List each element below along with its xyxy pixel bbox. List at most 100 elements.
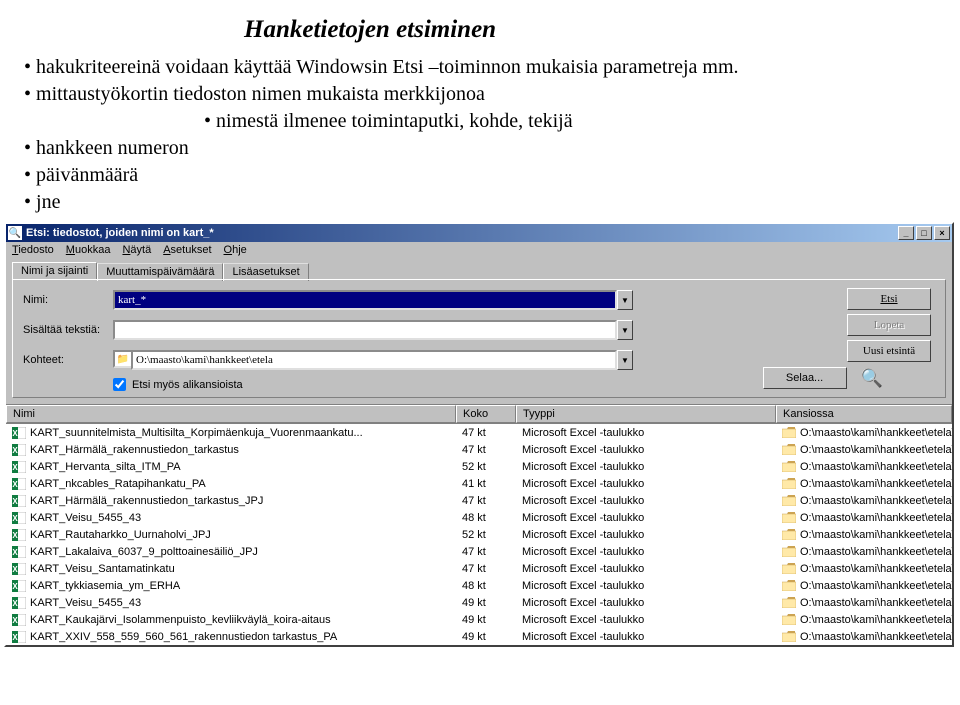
folder-icon	[782, 631, 796, 642]
svg-text:X: X	[12, 616, 18, 625]
folder-icon	[782, 427, 796, 438]
tab-strip: Nimi ja sijainti Muuttamispäivämäärä Lis…	[6, 258, 952, 279]
cell-nimi: XKART_Härmälä_rakennustiedon_tarkastus	[6, 444, 456, 456]
svg-text:X: X	[12, 463, 18, 472]
cell-nimi: XKART_Hervanta_silta_ITM_PA	[6, 461, 456, 473]
chevron-down-icon[interactable]: ▼	[617, 320, 633, 340]
bullet-item: jne	[24, 189, 936, 216]
folder-icon	[782, 580, 796, 591]
kohteet-input[interactable]	[131, 350, 617, 370]
cell-tyyppi: Microsoft Excel -taulukko	[516, 478, 776, 490]
table-row[interactable]: XKART_Hervanta_silta_ITM_PA52 ktMicrosof…	[6, 458, 952, 475]
svg-text:X: X	[12, 633, 18, 642]
cell-kansiossa: O:\maasto\kami\hankkeet\etela\302440	[776, 512, 952, 524]
minimize-button[interactable]: _	[898, 226, 914, 240]
table-row[interactable]: XKART_Rautaharkko_Uurnaholvi_JPJ52 ktMic…	[6, 526, 952, 543]
results-listview: Nimi Koko Tyyppi Kansiossa XKART_suunnit…	[6, 404, 952, 645]
folder-icon: 📁	[113, 350, 131, 368]
bullet-subitem: nimestä ilmenee toimintaputki, kohde, te…	[204, 108, 936, 135]
folder-icon	[782, 529, 796, 540]
col-nimi[interactable]: Nimi	[6, 405, 456, 423]
cell-koko: 48 kt	[456, 580, 516, 592]
table-row[interactable]: XKART_Veisu_5455_4349 ktMicrosoft Excel …	[6, 594, 952, 611]
cell-nimi: XKART_Härmälä_rakennustiedon_tarkastus_J…	[6, 495, 456, 507]
table-row[interactable]: XKART_Kaukajärvi_Isolammenpuisto_kevliik…	[6, 611, 952, 628]
col-koko[interactable]: Koko	[456, 405, 516, 423]
table-row[interactable]: XKART_suunnitelmista_Multisilta_Korpimäe…	[6, 424, 952, 441]
search-panel: Nimi: ▼ Sisältää tekstiä: ▼ Kohteet: 📁 ▼…	[12, 279, 946, 398]
chevron-down-icon[interactable]: ▼	[617, 290, 633, 310]
col-kansiossa[interactable]: Kansiossa	[776, 405, 952, 423]
cell-nimi: XKART_Rautaharkko_Uurnaholvi_JPJ	[6, 529, 456, 541]
cell-tyyppi: Microsoft Excel -taulukko	[516, 546, 776, 558]
excel-icon: X	[12, 495, 26, 507]
menu-asetukset[interactable]: Asetukset	[163, 244, 211, 256]
table-row[interactable]: XKART_Härmälä_rakennustiedon_tarkastus_J…	[6, 492, 952, 509]
excel-icon: X	[12, 478, 26, 490]
menu-muokkaa[interactable]: Muokkaa	[66, 244, 111, 256]
menu-nayta[interactable]: Näytä	[122, 244, 151, 256]
menu-ohje[interactable]: Ohje	[224, 244, 247, 256]
col-tyyppi[interactable]: Tyyppi	[516, 405, 776, 423]
cell-kansiossa: O:\maasto\kami\hankkeet\etela\303473	[776, 631, 952, 643]
excel-icon: X	[12, 580, 26, 592]
close-button[interactable]: ×	[934, 226, 950, 240]
bullet-item: mittaustyökortin tiedoston nimen mukaist…	[24, 81, 936, 108]
bullet-list: hakukriteereinä voidaan käyttää Windowsi…	[24, 54, 936, 216]
svg-text:X: X	[12, 446, 18, 455]
menu-tiedosto[interactable]: Tiedosto	[12, 244, 54, 256]
chevron-down-icon[interactable]: ▼	[617, 350, 633, 370]
cell-koko: 49 kt	[456, 631, 516, 643]
cell-nimi: XKART_Lakalaiva_6037_9_polttoainesäiliö_…	[6, 546, 456, 558]
table-row[interactable]: XKART_Härmälä_rakennustiedon_tarkastus47…	[6, 441, 952, 458]
page-title: Hanketietojen etsiminen	[24, 16, 936, 44]
table-row[interactable]: XKART_Veisu_5455_4348 ktMicrosoft Excel …	[6, 509, 952, 526]
excel-icon: X	[12, 614, 26, 626]
table-row[interactable]: XKART_Lakalaiva_6037_9_polttoainesäiliö_…	[6, 543, 952, 560]
nimi-combo[interactable]: ▼	[113, 290, 633, 310]
cell-koko: 47 kt	[456, 444, 516, 456]
results-rows: XKART_suunnitelmista_Multisilta_Korpimäe…	[6, 424, 952, 645]
cell-kansiossa: O:\maasto\kami\hankkeet\etela\302534	[776, 444, 952, 456]
nimi-input[interactable]	[113, 290, 617, 310]
results-header: Nimi Koko Tyyppi Kansiossa	[6, 405, 952, 424]
folder-icon	[782, 461, 796, 472]
maximize-button[interactable]: □	[916, 226, 932, 240]
cell-nimi: XKART_nkcables_Ratapihankatu_PA	[6, 478, 456, 490]
find-files-window: 🔍 Etsi: tiedostot, joiden nimi on kart_*…	[4, 222, 954, 647]
folder-icon	[782, 546, 796, 557]
lopeta-button[interactable]: Lopeta	[847, 314, 931, 336]
table-row[interactable]: XKART_Veisu_Santamatinkatu47 ktMicrosoft…	[6, 560, 952, 577]
nimi-label: Nimi:	[23, 294, 113, 306]
table-row[interactable]: XKART_XXIV_558_559_560_561_rakennustiedo…	[6, 628, 952, 645]
table-row[interactable]: XKART_nkcables_Ratapihankatu_PA41 ktMicr…	[6, 475, 952, 492]
etsi-alikansioista-label: Etsi myös alikansioista	[132, 379, 243, 391]
magnifier-icon: 🔍	[861, 368, 883, 389]
etsi-alikansioista-checkbox[interactable]	[113, 378, 126, 391]
cell-koko: 41 kt	[456, 478, 516, 490]
tab-nimi-sijainti[interactable]: Nimi ja sijainti	[12, 262, 97, 280]
cell-tyyppi: Microsoft Excel -taulukko	[516, 563, 776, 575]
cell-kansiossa: O:\maasto\kami\hankkeet\etela\301183	[776, 461, 952, 473]
uusi-etsinta-button[interactable]: Uusi etsintä	[847, 340, 931, 362]
cell-kansiossa: O:\maasto\kami\hankkeet\etela\303015	[776, 495, 952, 507]
sisaltaa-combo[interactable]: ▼	[113, 320, 633, 340]
excel-icon: X	[12, 631, 26, 643]
cell-nimi: XKART_tykkiasemia_ym_ERHA	[6, 580, 456, 592]
cell-koko: 49 kt	[456, 597, 516, 609]
svg-text:X: X	[12, 514, 18, 523]
svg-text:X: X	[12, 480, 18, 489]
kohteet-combo[interactable]: 📁 ▼	[113, 350, 633, 370]
table-row[interactable]: XKART_tykkiasemia_ym_ERHA48 ktMicrosoft …	[6, 577, 952, 594]
cell-nimi: XKART_Kaukajärvi_Isolammenpuisto_kevliik…	[6, 614, 456, 626]
folder-icon	[782, 563, 796, 574]
sisaltaa-input[interactable]	[113, 320, 617, 340]
etsi-button[interactable]: Etsi	[847, 288, 931, 310]
cell-tyyppi: Microsoft Excel -taulukko	[516, 631, 776, 643]
cell-nimi: XKART_XXIV_558_559_560_561_rakennustiedo…	[6, 631, 456, 643]
excel-icon: X	[12, 597, 26, 609]
selaa-button[interactable]: Selaa...	[763, 367, 847, 389]
cell-koko: 52 kt	[456, 461, 516, 473]
action-buttons: Etsi Lopeta Uusi etsintä	[847, 288, 931, 362]
excel-icon: X	[12, 563, 26, 575]
